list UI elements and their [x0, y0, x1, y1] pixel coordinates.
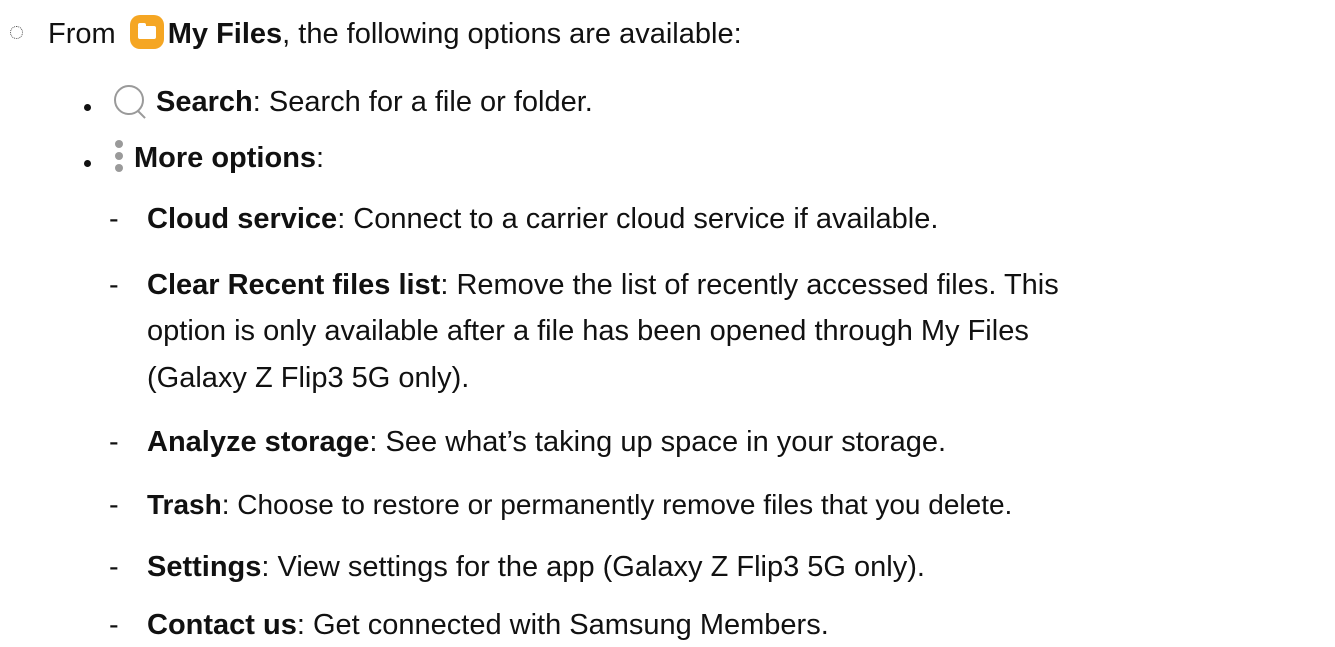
- sub-item-dash: -: [109, 551, 119, 583]
- bullet-search: Search: Search for a file or folder.: [112, 83, 593, 119]
- sub-item-settings: Settings: View settings for the app (Gal…: [147, 551, 925, 583]
- bullet-more-options: More options:: [114, 139, 324, 175]
- search-icon: [112, 83, 148, 119]
- step-marker-icon: [10, 26, 23, 39]
- sub-item-dash: -: [109, 203, 119, 235]
- bullet-dot: [84, 160, 91, 167]
- sub-item-trash: Trash: Choose to restore or permanently …: [147, 489, 1013, 520]
- bullet-term: More options: [134, 142, 317, 174]
- more-options-icon: [114, 139, 124, 173]
- app-name: My Files: [167, 18, 283, 50]
- bullet-dot: [84, 104, 91, 111]
- sub-item-clear-recent-cont: (Galaxy Z Flip3 5G only).: [147, 362, 470, 394]
- my-files-app-icon: [129, 15, 164, 49]
- sub-item-dash: -: [109, 426, 119, 458]
- sub-item-cloud-service: Cloud service: Connect to a carrier clou…: [147, 203, 939, 235]
- sub-item-contact-us: Contact us: Get connected with Samsung M…: [147, 609, 829, 641]
- sub-item-dash: -: [109, 609, 119, 641]
- sub-item-dash: -: [109, 489, 119, 521]
- sub-item-analyze-storage: Analyze storage: See what’s taking up sp…: [147, 426, 947, 458]
- bullet-term: Search: [156, 86, 253, 118]
- intro-line: From My Files, the following options are…: [48, 15, 742, 51]
- sub-item-dash: -: [109, 269, 119, 301]
- sub-item-clear-recent-cont: option is only available after a file ha…: [147, 315, 1029, 347]
- sub-item-clear-recent: Clear Recent files list: Remove the list…: [147, 269, 1059, 301]
